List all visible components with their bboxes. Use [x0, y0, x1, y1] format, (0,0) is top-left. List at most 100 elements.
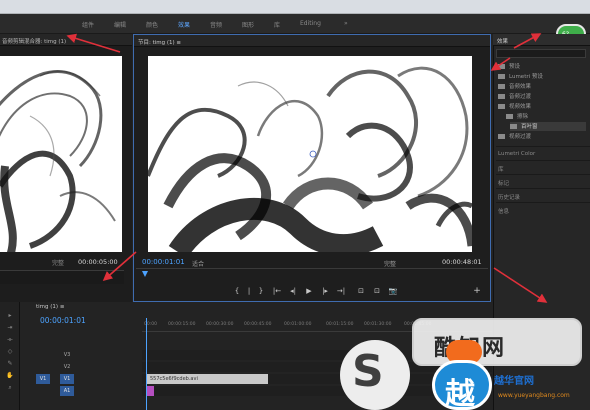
watermark-site-url: www.yueyangbang.com	[498, 392, 570, 399]
effects-panel-tab[interactable]: 效果	[493, 34, 590, 46]
video-clip[interactable]: 557c5e6f9cdeb.avi	[146, 374, 268, 384]
step-back-button[interactable]: ◂|	[288, 286, 298, 296]
program-transport-controls: { | } |← ◂| ▶ |▸ →| ⊡ ⊡ 📷 +	[136, 284, 488, 300]
razor-tool-icon[interactable]: ◇	[5, 348, 15, 356]
workspace-graphics[interactable]: 图形	[242, 20, 254, 29]
section-info[interactable]: 信息	[496, 202, 590, 216]
program-monitor-tab[interactable]: 节目: timg (1) ≡	[134, 35, 490, 47]
watermark-glyph: S	[352, 346, 384, 397]
hand-tool-icon[interactable]: ✋	[5, 372, 15, 380]
tree-item-venetian-blinds[interactable]: 百叶窗	[510, 122, 586, 131]
lift-button[interactable]: ⊡	[356, 286, 366, 296]
ruler-tick: 00:01:00:00	[284, 322, 312, 327]
track-label-v2[interactable]: V2	[60, 362, 74, 372]
mark-separator: |	[247, 287, 251, 295]
tree-item-label: 视频过渡	[509, 134, 532, 140]
watermark-swirl-logo: S	[340, 340, 410, 410]
mark-in-button[interactable]: {	[232, 286, 242, 296]
track-label-v3[interactable]: V3	[60, 350, 74, 360]
workspace-assembly[interactable]: 组件	[82, 20, 94, 29]
step-forward-button[interactable]: |▸	[320, 286, 330, 296]
source-monitor-tab[interactable]: 音频剪辑混合器: timg (1)	[0, 34, 132, 46]
watermark-logo-glyph: 越	[445, 377, 475, 410]
play-button[interactable]: ▶	[304, 286, 314, 296]
program-fit-dropdown[interactable]: 适合	[192, 259, 204, 268]
ruler-tick: 00:00:15:00	[168, 322, 196, 327]
section-lumetri-color[interactable]: Lumetri Color	[496, 146, 590, 160]
folder-icon	[498, 134, 505, 139]
track-select-tool-icon[interactable]: ⇥	[5, 324, 15, 332]
workspace-audio[interactable]: 音频	[210, 20, 222, 29]
program-playhead-marker[interactable]	[142, 271, 148, 277]
tree-item-label: 视频效果	[509, 104, 532, 110]
source-time-ruler[interactable]	[0, 270, 124, 284]
selection-tool-icon[interactable]: ▸	[5, 312, 15, 320]
effects-panel-title: 效果	[497, 39, 509, 45]
tree-item-label: 擦除	[517, 114, 529, 120]
folder-icon	[498, 64, 505, 69]
window-title-strip	[0, 0, 590, 14]
section-history[interactable]: 历史记录	[496, 188, 590, 202]
workspace-color[interactable]: 颜色	[146, 20, 158, 29]
source-duration-timecode: 00:00:05:00	[78, 258, 118, 266]
tree-item-label: 音频效果	[509, 84, 532, 90]
tree-item-label: 音频过渡	[509, 94, 532, 100]
section-markers[interactable]: 标记	[496, 174, 590, 188]
ruler-tick: 00:01:15:00	[326, 322, 354, 327]
ink-smoke-image-main	[148, 66, 472, 252]
effect-icon	[510, 124, 517, 129]
clip-name: 557c5e6f9cdeb.avi	[150, 376, 198, 382]
zoom-tool-icon[interactable]: ⌕	[5, 384, 15, 392]
tree-item-lumetri-presets[interactable]: Lumetri 预设	[498, 72, 543, 81]
tools-panel: ▸ ⇥ ⟛ ◇ ✎ ✋ ⌕	[0, 302, 20, 410]
tree-item-presets[interactable]: 预设	[498, 62, 520, 71]
workspace-editing-en[interactable]: Editing	[300, 20, 321, 27]
workspace-libraries[interactable]: 库	[274, 20, 280, 29]
go-to-out-button[interactable]: →|	[336, 286, 346, 296]
timeline-playhead[interactable]	[146, 318, 147, 410]
program-video-frame	[148, 56, 472, 252]
section-libraries[interactable]: 库	[496, 160, 590, 174]
folder-icon	[498, 84, 505, 89]
effects-search-input[interactable]	[496, 49, 586, 58]
pen-tool-icon[interactable]: ✎	[5, 360, 15, 368]
watermark-banner: 酷知网	[412, 318, 582, 366]
folder-icon	[498, 104, 505, 109]
program-quality-dropdown[interactable]: 完整	[384, 259, 396, 268]
workspace-overflow-button[interactable]: »	[344, 20, 348, 27]
tree-item-label: 预设	[509, 64, 521, 70]
add-button[interactable]: +	[472, 286, 482, 296]
go-to-in-button[interactable]: |←	[272, 286, 282, 296]
watermark-site-name: 越华官网	[494, 376, 534, 387]
source-video-frame	[0, 56, 122, 252]
audio-clip[interactable]	[146, 386, 154, 396]
ruler-tick: 00:00:45:00	[244, 322, 272, 327]
program-playhead-timecode[interactable]: 00:00:01:01	[142, 258, 185, 266]
workspace-bar: 组件 编辑 颜色 效果 音频 图形 库 Editing »	[0, 14, 590, 34]
ink-smoke-image-left	[0, 70, 116, 252]
ripple-edit-tool-icon[interactable]: ⟛	[5, 336, 15, 344]
timeline-title: timg (1) ≡	[36, 304, 65, 310]
folder-icon	[498, 74, 505, 79]
source-fit-dropdown[interactable]: 完整	[52, 258, 64, 267]
mark-out-button[interactable]: }	[256, 286, 266, 296]
tree-item-wipe[interactable]: 擦除	[506, 112, 528, 121]
extract-button[interactable]: ⊡	[372, 286, 382, 296]
tree-item-label: Lumetri 预设	[509, 74, 543, 80]
tree-item-video-effects[interactable]: 视频效果	[498, 102, 531, 111]
workspace-effects[interactable]: 效果	[178, 20, 190, 29]
track-label-a1[interactable]: A1	[60, 386, 74, 396]
program-duration-timecode: 00:00:48:01	[442, 258, 482, 266]
track-target-v1[interactable]: V1	[36, 374, 50, 384]
timeline-timecode[interactable]: 00:00:01:01	[40, 316, 86, 325]
tree-item-video-transitions[interactable]: 视频过渡	[498, 132, 531, 141]
track-label-v1[interactable]: V1	[60, 374, 74, 384]
tree-item-audio-transitions[interactable]: 音频过渡	[498, 92, 531, 101]
ruler-tick: 00:00:30:00	[206, 322, 234, 327]
tree-item-audio-effects[interactable]: 音频效果	[498, 82, 531, 91]
workspace-editing[interactable]: 编辑	[114, 20, 126, 29]
source-monitor-title: 音频剪辑混合器: timg (1)	[2, 39, 67, 45]
program-time-ruler[interactable]	[136, 268, 488, 282]
timeline-tab[interactable]: timg (1) ≡	[34, 302, 94, 312]
export-frame-button[interactable]: 📷	[388, 286, 398, 296]
